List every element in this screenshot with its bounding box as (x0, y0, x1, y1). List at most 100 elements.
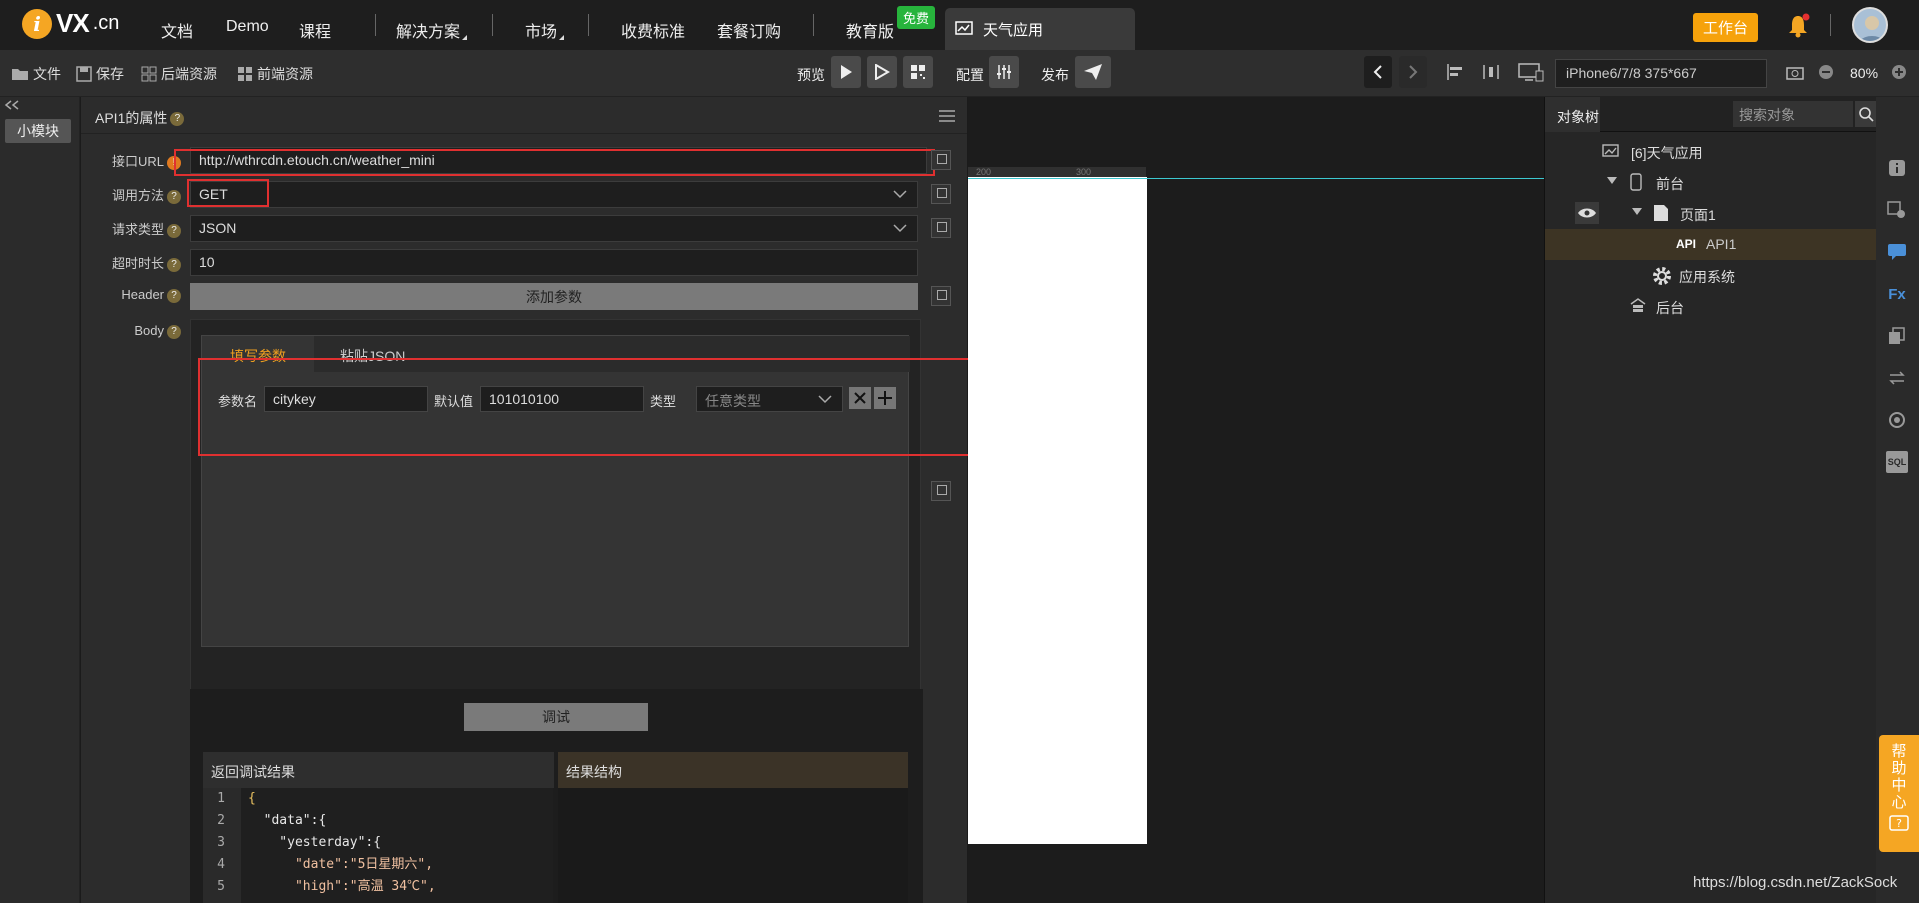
copy-icon[interactable] (931, 184, 951, 204)
frontend-resources-button[interactable]: 前端资源 (237, 64, 313, 84)
code-text: { (248, 791, 256, 806)
play-outline-icon (875, 64, 890, 80)
url-highlight (174, 149, 935, 176)
file-menu[interactable]: 文件 (11, 64, 61, 84)
toolbar: 文件 保存 后端资源 前端资源 预览 配置 发布 iPhone6/7/8 375… (0, 50, 1919, 97)
config-button[interactable] (989, 56, 1019, 88)
url-label: 接口URL! (81, 151, 181, 170)
forward-button[interactable] (1399, 56, 1427, 88)
copy-icon[interactable] (931, 481, 951, 501)
nav-courses[interactable]: 课程 (299, 18, 331, 42)
nav-packages[interactable]: 套餐订购 (717, 18, 781, 42)
zoom-out-button[interactable] (1815, 56, 1837, 88)
nav-market-label: 市场 (525, 24, 558, 41)
file-label: 文件 (33, 66, 61, 82)
tree-node-backend[interactable]: 后台 (1545, 291, 1877, 322)
zoom-level: 80% (1850, 65, 1879, 81)
settings-icon[interactable] (1886, 199, 1908, 221)
tree-node-frontend[interactable]: 前台 (1545, 167, 1877, 198)
logo-mark: i (22, 8, 52, 39)
device-button[interactable] (1516, 56, 1546, 88)
screenshot-button[interactable] (1780, 56, 1810, 88)
params-highlight (198, 358, 1006, 456)
method-label: 调用方法? (81, 185, 181, 204)
chat-icon[interactable] (1886, 241, 1908, 263)
copy-icon[interactable] (931, 286, 951, 306)
tree-node-app-system[interactable]: 应用系统 (1545, 260, 1877, 291)
zoom-in-button[interactable] (1888, 56, 1910, 88)
nav-education[interactable]: 教育版 (846, 18, 894, 42)
target-icon[interactable] (1886, 409, 1908, 431)
object-tree-title[interactable]: 对象树 (1557, 107, 1599, 127)
ivx-logo[interactable]: i VX .cn (22, 8, 119, 39)
debug-button[interactable]: 调试 (464, 703, 648, 731)
help-icon[interactable]: ? (167, 257, 181, 272)
tree-node-label: 页面1 (1680, 207, 1716, 223)
avatar[interactable] (1852, 7, 1888, 43)
backend-resources-button[interactable]: 后端资源 (141, 64, 217, 84)
info-icon[interactable] (1886, 157, 1908, 179)
play-button[interactable] (831, 56, 861, 88)
monitor-icon (1518, 63, 1544, 82)
copy-icon[interactable] (1886, 325, 1908, 347)
nav-solutions-label: 解决方案 (396, 24, 461, 41)
distribute-icon (1483, 65, 1499, 79)
svg-text:?: ? (1896, 817, 1902, 830)
app-tab[interactable]: 天气应用 (945, 8, 1135, 50)
request-type-select[interactable]: JSON (190, 215, 918, 242)
caret-down-icon[interactable] (1632, 208, 1642, 216)
swap-icon[interactable] (1886, 367, 1908, 389)
design-canvas: 200 300 (968, 97, 1544, 903)
help-icon[interactable]: ? (167, 288, 181, 303)
app-icon (955, 21, 973, 35)
question-icon: ? (1889, 815, 1909, 831)
minus-circle-icon (1819, 65, 1833, 79)
server-icon (1630, 298, 1646, 312)
distribute-button[interactable] (1476, 56, 1506, 88)
copy-icon[interactable] (931, 150, 951, 170)
publish-button[interactable] (1075, 56, 1111, 88)
tree-node-label: 前台 (1656, 176, 1684, 192)
method-select[interactable]: GET (190, 181, 918, 208)
tree-node-app[interactable]: [6]天气应用 (1545, 136, 1877, 167)
nav-market[interactable]: 市场 (525, 18, 565, 42)
visibility-toggle[interactable] (1575, 202, 1599, 224)
nav-docs[interactable]: 文档 (161, 18, 193, 42)
device-select[interactable]: iPhone6/7/8 375*667 (1555, 59, 1767, 88)
camera-icon (1786, 67, 1804, 80)
help-icon[interactable]: ? (167, 324, 181, 339)
help-icon[interactable]: ? (167, 223, 181, 238)
play-step-button[interactable] (867, 56, 897, 88)
caret-down-icon[interactable] (1607, 177, 1617, 185)
mini-module-button[interactable]: 小模块 (5, 119, 71, 143)
help-icon[interactable]: ? (170, 112, 185, 127)
phone-icon (1630, 173, 1642, 191)
copy-icon[interactable] (931, 218, 951, 238)
help-icon[interactable]: ? (167, 189, 181, 204)
qr-button[interactable] (903, 56, 933, 88)
tree-node-api1[interactable]: API API1 (1545, 229, 1877, 260)
align-left-button[interactable] (1441, 56, 1471, 88)
nav-demo[interactable]: Demo (226, 18, 269, 36)
fx-icon[interactable]: Fx (1886, 283, 1908, 305)
phone-preview[interactable] (968, 177, 1147, 844)
debug-section: 调试 返回调试结果 结果结构 1 { 2 "data":{ 3 "yesterda… (190, 689, 923, 903)
back-button[interactable] (1364, 56, 1392, 88)
search-button[interactable] (1855, 101, 1877, 127)
add-param-button[interactable]: 添加参数 (190, 283, 918, 310)
menu-icon[interactable] (938, 109, 956, 123)
bell-icon[interactable] (1785, 13, 1811, 42)
code-text: "high":"高温 34℃", (248, 879, 436, 894)
workbench-button[interactable]: 工作台 (1693, 13, 1759, 42)
sql-icon[interactable]: SQL (1886, 451, 1908, 473)
help-center-button[interactable]: 帮助中心 ? (1879, 735, 1919, 852)
save-button[interactable]: 保存 (76, 64, 124, 84)
collapse-icon[interactable] (4, 100, 20, 110)
timeout-input[interactable]: 10 (190, 249, 918, 276)
logo-brand: VX (56, 8, 90, 38)
tree-node-page1[interactable]: 页面1 (1545, 198, 1877, 229)
tree-search-input[interactable]: 搜索对象 (1733, 101, 1853, 127)
nav-solutions[interactable]: 解决方案 (396, 18, 468, 42)
grid-icon (238, 67, 252, 81)
nav-pricing[interactable]: 收费标准 (621, 18, 685, 42)
